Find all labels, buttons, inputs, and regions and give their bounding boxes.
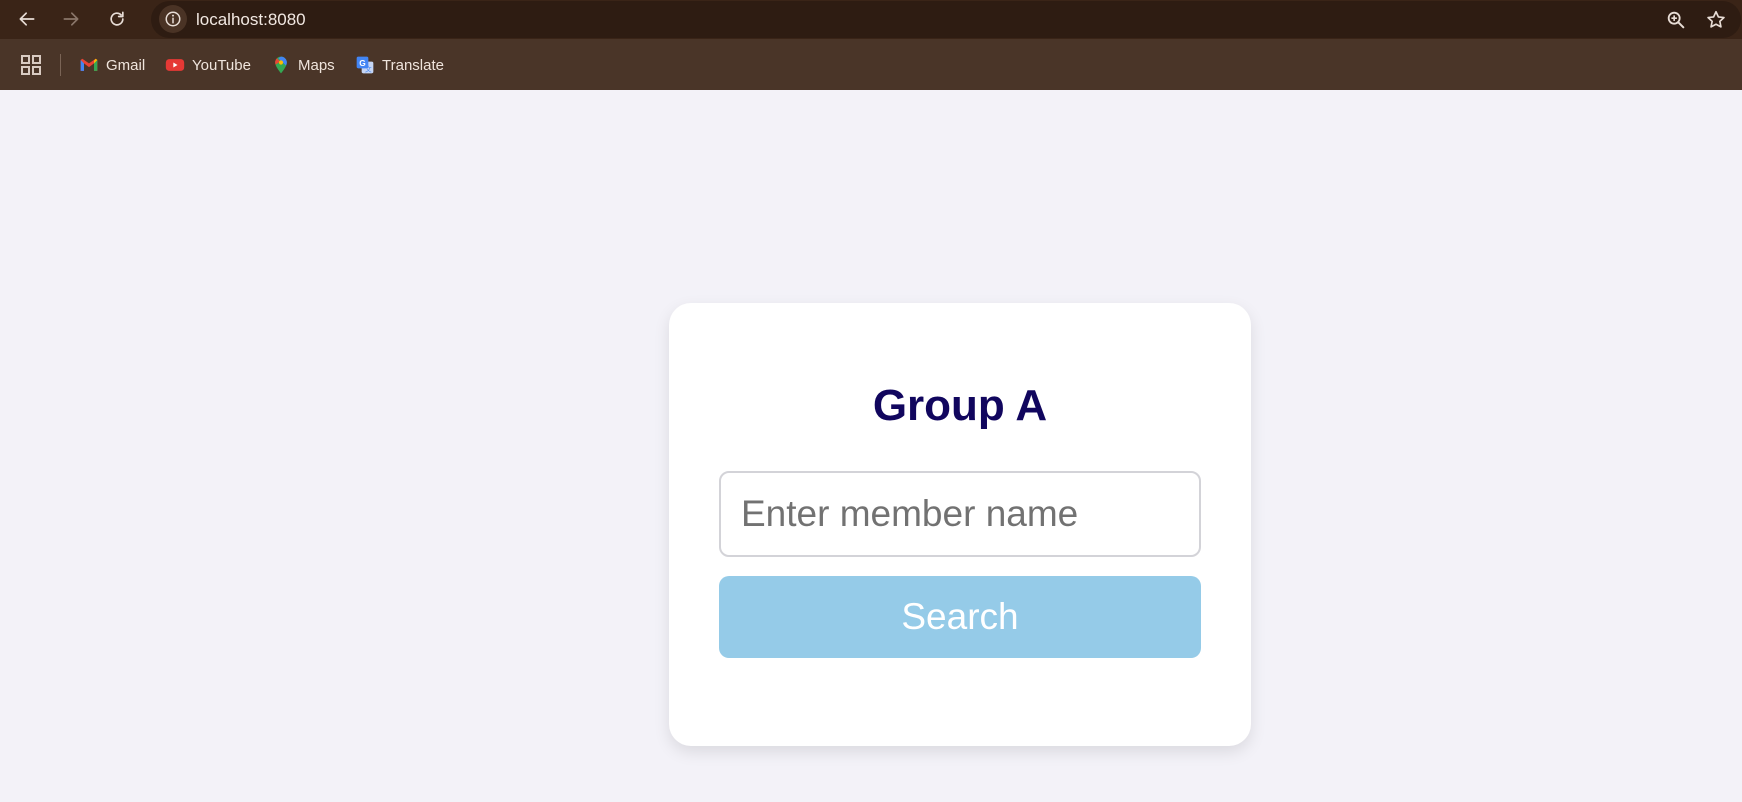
bookmark-label: Maps (298, 56, 335, 74)
address-bar[interactable]: localhost:8080 (151, 1, 1741, 38)
search-card: Group A Search (669, 303, 1251, 746)
bookmarks-divider (60, 54, 61, 76)
forward-button[interactable] (56, 4, 86, 34)
bookmark-label: Gmail (106, 56, 146, 74)
bookmark-label: Translate (382, 56, 444, 74)
browser-toolbar: localhost:8080 (0, 0, 1742, 39)
star-icon (1707, 10, 1725, 28)
bookmark-gmail[interactable]: Gmail (79, 51, 145, 79)
reload-button[interactable] (102, 4, 132, 34)
site-info-button[interactable] (159, 5, 187, 33)
youtube-icon (165, 59, 185, 71)
bookmark-translate[interactable]: G 文 Translate (355, 51, 444, 79)
bookmark-star-button[interactable] (1702, 6, 1730, 34)
arrow-right-icon (63, 12, 79, 26)
zoom-in-icon (1667, 11, 1685, 29)
page-title: Group A (872, 381, 1048, 430)
bookmark-label: YouTube (192, 56, 251, 74)
member-name-input[interactable] (719, 471, 1201, 557)
apps-grid-icon[interactable] (19, 53, 43, 77)
svg-text:文: 文 (365, 65, 372, 74)
bookmark-youtube[interactable]: YouTube (165, 51, 251, 79)
bookmark-maps[interactable]: Maps (271, 51, 335, 79)
bookmarks-bar: Gmail YouTube Maps G 文 Translate (0, 39, 1742, 90)
translate-icon: G 文 (356, 56, 374, 74)
back-button[interactable] (12, 4, 42, 34)
reload-icon (110, 11, 124, 26)
maps-icon (275, 56, 287, 74)
info-icon (165, 11, 181, 27)
search-button[interactable]: Search (719, 576, 1201, 658)
gmail-icon (80, 58, 98, 71)
url-text[interactable]: localhost:8080 (196, 10, 306, 29)
arrow-left-icon (19, 12, 35, 26)
zoom-button[interactable] (1662, 6, 1690, 34)
